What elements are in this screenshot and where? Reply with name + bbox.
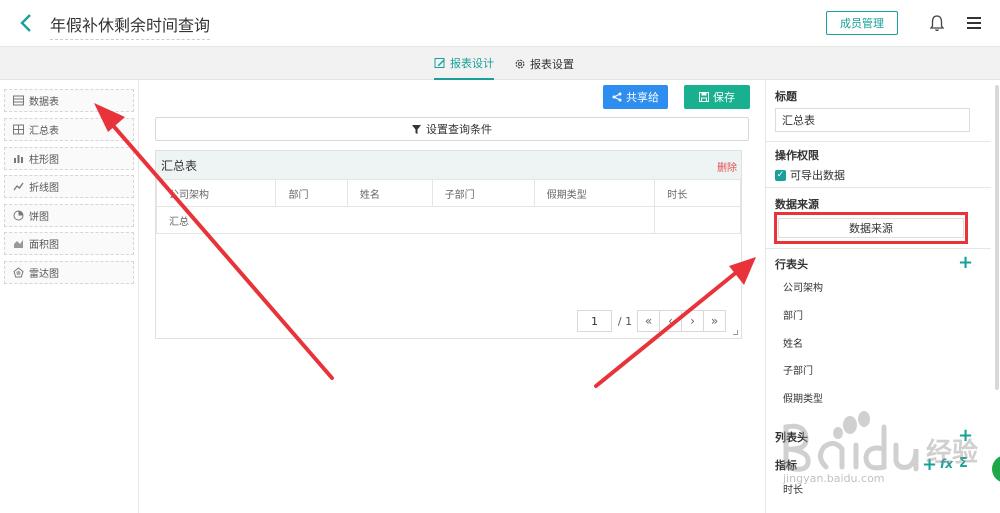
watermark-text: jingyan.baidu.com [783,472,885,485]
query-label: 设置查询条件 [426,123,492,136]
sidebar-item-line-chart[interactable]: 折线图 [4,175,134,198]
column-header[interactable]: 时长 [654,179,741,207]
sigma-icon[interactable]: Σ [959,456,968,471]
divider [766,187,991,188]
datasource-button[interactable]: 数据来源 [778,218,964,238]
share-icon [612,92,622,102]
column-header-label: 列表头 [775,431,808,444]
sidebar-item-label: 汇总表 [29,126,59,137]
app-header: 年假补休剩余时间查询 成员管理 [0,0,1000,47]
card-header: 汇总表 删除 [156,151,741,179]
summary-row: 汇总 [155,206,741,234]
sidebar-item-label: 雷达图 [29,269,59,280]
floppy-icon [699,92,709,102]
resize-handle[interactable] [733,330,738,335]
row-header-item[interactable]: 子部门 [783,362,813,377]
sidebar-item-label: 折线图 [29,183,59,194]
members-button[interactable]: 成员管理 [826,11,898,35]
export-label: 可导出数据 [790,169,845,182]
pagination: 1 / 1 « ‹ › » [577,310,726,332]
tab-bar: 报表设计 报表设置 [0,47,1000,80]
row-header-item[interactable]: 假期类型 [783,390,823,405]
save-button[interactable]: 保存 [684,85,750,109]
summary-table-card[interactable]: 汇总表 删除 公司架构 部门 姓名 子部门 假期类型 时长 汇总 1 / 1 «… [155,150,742,339]
row-header-item[interactable]: 公司架构 [783,279,823,294]
formula-icon[interactable]: fx [940,457,953,471]
chart-type-sidebar [0,80,139,513]
panel-scrollbar[interactable] [995,85,999,390]
last-page-button[interactable]: » [703,310,726,332]
summary-value-cell [654,206,741,234]
add-metric-icon[interactable]: + [922,456,937,474]
table-icon [13,95,24,106]
tab-report-design[interactable]: 报表设计 [434,47,494,80]
add-row-header-icon[interactable]: + [958,254,973,272]
share-label: 共享给 [626,91,659,104]
row-header-label: 行表头 [775,258,808,271]
tab-label: 报表设置 [530,57,574,71]
sidebar-item-label: 饼图 [29,212,49,223]
sidebar-item-pie-chart[interactable]: 饼图 [4,204,134,227]
summary-table-icon [13,124,24,135]
row-header-item[interactable]: 部门 [783,307,803,322]
metrics-label: 指标 [775,459,797,472]
hamburger-icon[interactable] [966,16,982,30]
column-header[interactable]: 公司架构 [155,179,277,207]
radar-chart-icon [13,267,24,278]
chevron-left-icon [20,14,31,32]
summary-table: 公司架构 部门 姓名 子部门 假期类型 时长 汇总 [155,179,741,234]
tab-report-settings[interactable]: 报表设置 [514,47,574,80]
page-title[interactable]: 年假补休剩余时间查询 [50,12,211,40]
sidebar-item-label: 数据表 [29,97,59,108]
first-page-button[interactable]: « [637,310,660,332]
column-header[interactable]: 姓名 [346,179,433,207]
check-icon: ✓ [775,169,786,181]
edit-icon [434,57,445,68]
filter-icon [412,124,421,134]
summary-row-label: 汇总 [155,206,656,234]
sidebar-item-label: 面积图 [29,240,59,251]
next-page-button[interactable]: › [681,310,704,332]
share-button[interactable]: 共享给 [603,85,668,109]
bar-chart-icon [14,155,23,163]
properties-panel [765,80,1000,513]
delete-link[interactable]: 删除 [717,159,737,174]
title-label: 标题 [775,90,797,103]
card-title: 汇总表 [161,158,198,173]
page-total: / 1 [617,314,633,328]
divider [766,141,991,142]
sidebar-item-radar-chart[interactable]: 雷达图 [4,261,134,284]
line-chart-icon [13,182,24,191]
export-checkbox[interactable]: ✓ 可导出数据 [775,167,845,183]
back-button[interactable] [16,12,36,34]
add-column-header-icon[interactable]: + [958,427,973,445]
pie-chart-icon [13,210,24,221]
sidebar-item-label: 柱形图 [29,155,59,166]
set-query-conditions-button[interactable]: 设置查询条件 [155,117,749,141]
sidebar-item-data-table[interactable]: 数据表 [4,89,134,112]
row-header-item[interactable]: 姓名 [783,335,803,350]
prev-page-button[interactable]: ‹ [659,310,682,332]
gear-icon [515,59,525,68]
title-input[interactable]: 汇总表 [775,108,970,132]
sidebar-item-bar-chart[interactable]: 柱形图 [4,147,134,170]
tab-label: 报表设计 [450,56,494,70]
column-header[interactable]: 部门 [275,179,348,207]
divider [766,248,991,249]
table-header-row: 公司架构 部门 姓名 子部门 假期类型 时长 [155,179,741,207]
column-header[interactable]: 子部门 [431,179,535,207]
datasource-label: 数据来源 [775,198,819,211]
sidebar-item-summary-table[interactable]: 汇总表 [4,118,134,141]
save-label: 保存 [713,91,735,104]
column-header[interactable]: 假期类型 [533,179,656,207]
datasource-highlight: 数据来源 [774,212,968,244]
sidebar-item-area-chart[interactable]: 面积图 [4,232,134,255]
area-chart-icon [14,240,23,248]
page-number-input[interactable]: 1 [577,310,612,332]
permission-label: 操作权限 [775,149,819,162]
bell-icon[interactable] [929,14,945,32]
